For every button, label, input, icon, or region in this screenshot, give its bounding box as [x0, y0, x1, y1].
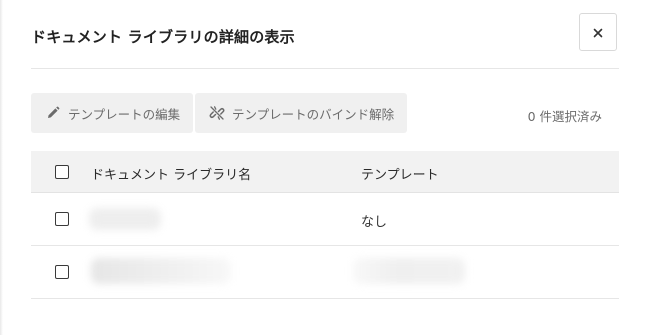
table-row: なし	[31, 193, 619, 246]
unbind-template-button[interactable]: テンプレートのバインド解除	[195, 93, 408, 133]
select-all-checkbox[interactable]	[55, 165, 69, 179]
library-table: ドキュメント ライブラリ名 テンプレート なし	[31, 151, 619, 299]
unbind-template-label: テンプレートのバインド解除	[232, 106, 395, 122]
row-checkbox[interactable]	[55, 265, 69, 279]
column-header-template[interactable]: テンプレート	[361, 164, 439, 183]
unlink-icon	[209, 105, 225, 121]
dialog-header: ドキュメント ライブラリの詳細の表示	[31, 0, 619, 69]
table-row	[31, 246, 619, 299]
close-button[interactable]	[579, 13, 617, 51]
column-header-library-name[interactable]: ドキュメント ライブラリ名	[91, 164, 251, 183]
pencil-icon	[45, 105, 61, 121]
table-header-row: ドキュメント ライブラリ名 テンプレート	[31, 151, 619, 193]
selected-count: 0 件選択済み	[527, 109, 602, 124]
close-icon	[593, 23, 603, 42]
view-library-details-dialog: ドキュメント ライブラリの詳細の表示 テンプレートの編集 テンプレートのバインド…	[0, 0, 647, 335]
redacted-library-name	[91, 258, 231, 284]
redacted-library-name	[89, 208, 161, 230]
edit-template-label: テンプレートの編集	[68, 106, 181, 122]
row-checkbox[interactable]	[55, 212, 69, 226]
dialog-title: ドキュメント ライブラリの詳細の表示	[31, 28, 295, 46]
left-edge-shadow	[0, 0, 3, 335]
edit-template-button[interactable]: テンプレートの編集	[31, 93, 194, 133]
redacted-template-value	[353, 258, 465, 284]
row-template-value: なし	[361, 215, 388, 230]
